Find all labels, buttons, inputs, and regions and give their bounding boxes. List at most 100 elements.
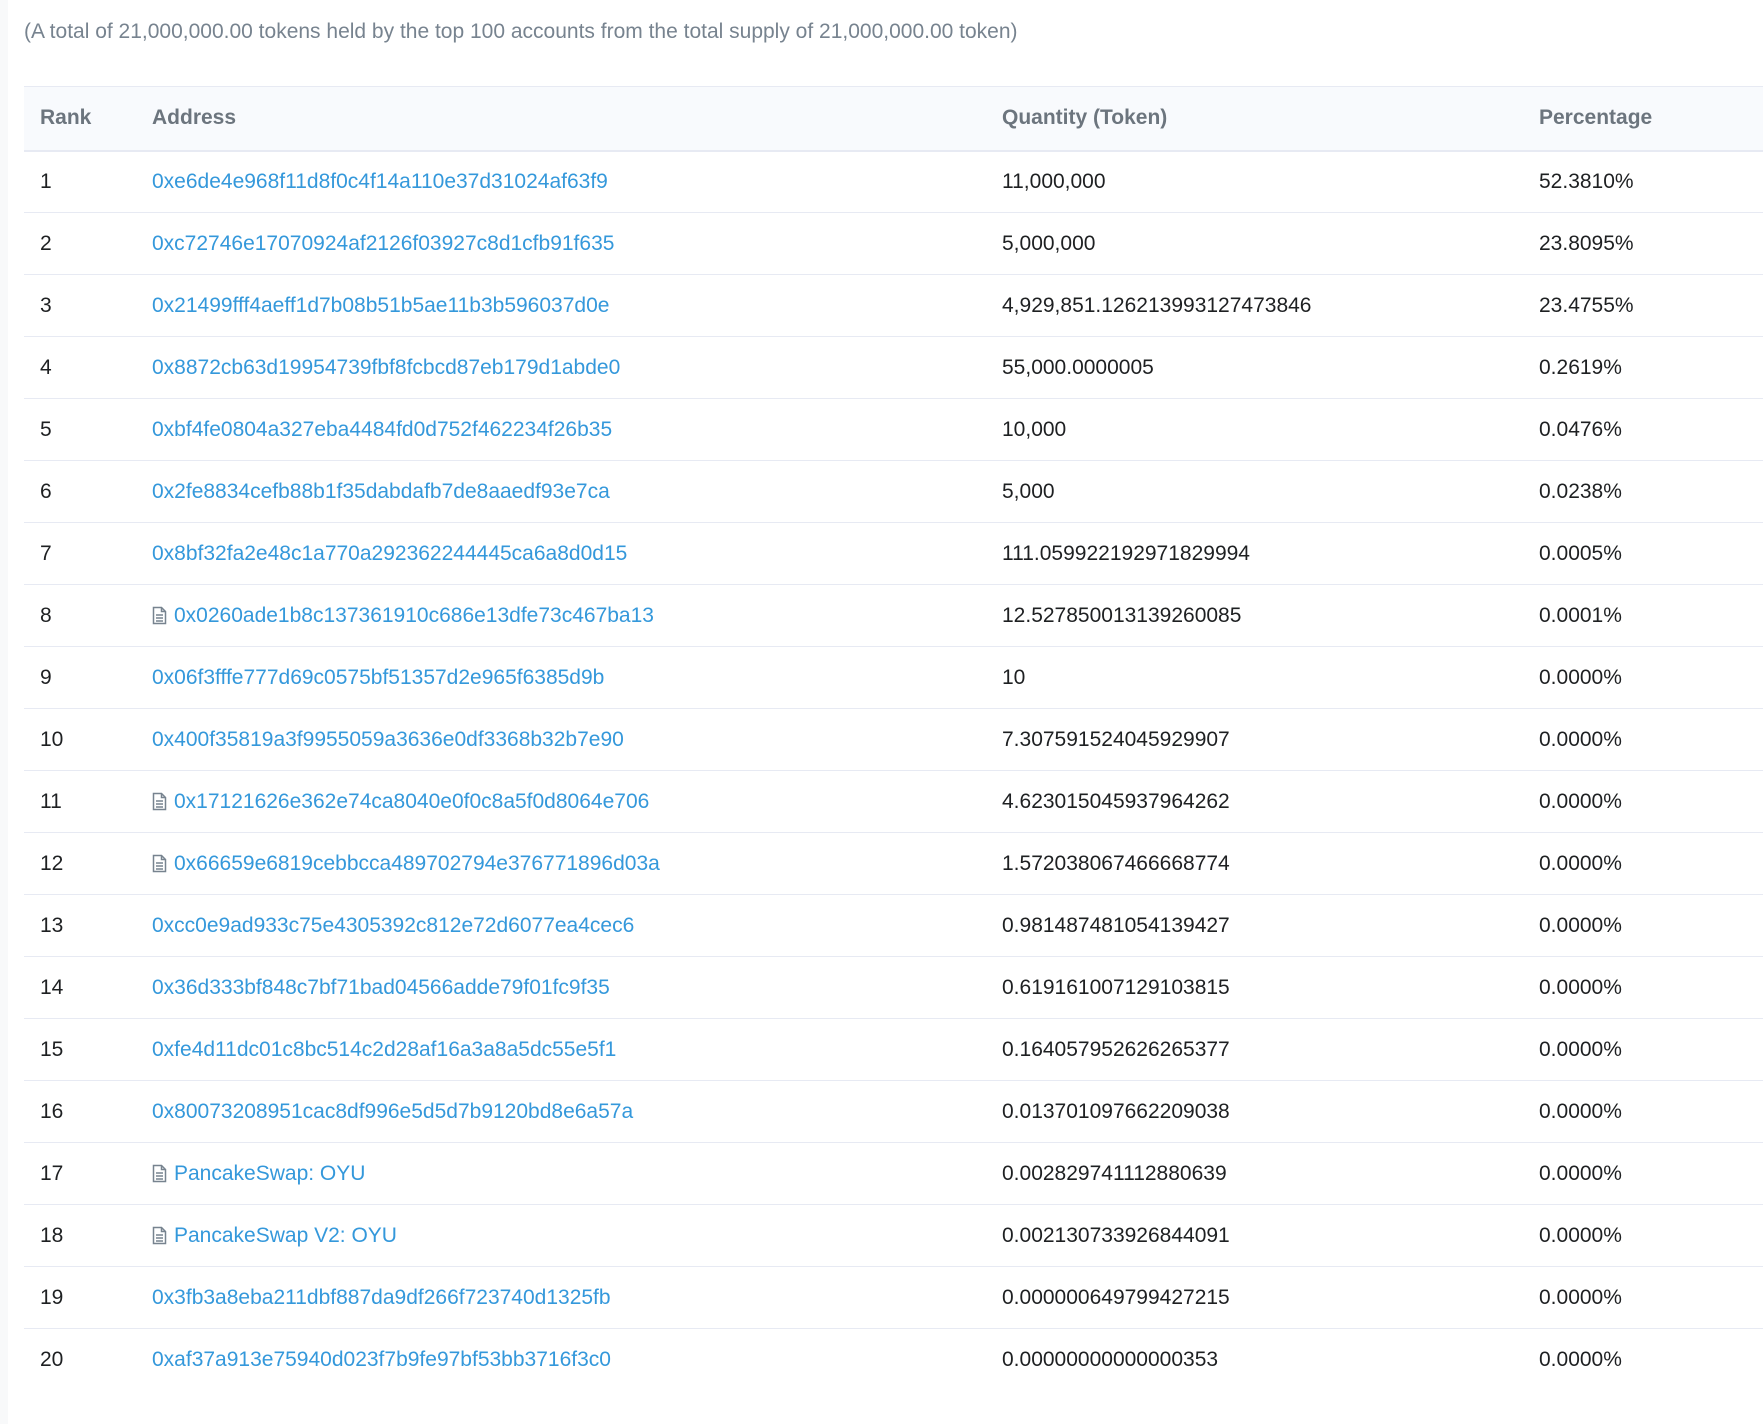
holder-address-link[interactable]: 0xcc0e9ad933c75e4305392c812e72d6077ea4ce…	[152, 914, 634, 937]
holder-address-link[interactable]: 0xfe4d11dc01c8bc514c2d28af16a3a8a5dc55e5…	[152, 1038, 616, 1061]
percentage-cell: 0.0000%	[1539, 727, 1622, 751]
address-cell: 0x80073208951cac8df996e5d5d7b9120bd8e6a5…	[152, 1081, 1002, 1143]
holder-address-link[interactable]: 0x66659e6819cebbcca489702794e376771896d0…	[174, 852, 660, 875]
holder-address-link[interactable]: PancakeSwap V2: OYU	[174, 1224, 397, 1247]
column-header-quantity: Quantity (Token)	[1002, 106, 1168, 130]
rank-cell: 14	[40, 975, 64, 999]
holder-address-link[interactable]: 0x2fe8834cefb88b1f35dabdafb7de8aaedf93e7…	[152, 480, 610, 503]
percentage-cell: 0.0000%	[1539, 913, 1622, 937]
address-cell: 0xcc0e9ad933c75e4305392c812e72d6077ea4ce…	[152, 895, 1002, 957]
quantity-cell: 0.002829741112880639	[1002, 1161, 1227, 1185]
table-row: 18 PancakeSwap V2: OYU 0.00213073392684409…	[24, 1205, 1763, 1267]
rank-cell: 9	[40, 665, 52, 689]
address-cell: 0x21499fff4aeff1d7b08b51b5ae11b3b596037d…	[152, 275, 1002, 337]
quantity-cell: 1.572038067466668774	[1002, 851, 1230, 875]
rank-cell: 12	[40, 851, 64, 875]
rank-cell: 7	[40, 541, 52, 565]
rank-cell: 16	[40, 1099, 64, 1123]
holder-address-link[interactable]: 0x8872cb63d19954739fbf8fcbcd87eb179d1abd…	[152, 356, 620, 379]
address-cell: 0x0260ade1b8c137361910c686e13dfe73c467ba…	[152, 585, 1002, 647]
address-cell: 0x66659e6819cebbcca489702794e376771896d0…	[152, 833, 1002, 895]
percentage-cell: 0.0001%	[1539, 603, 1622, 627]
column-header-rank: Rank	[40, 106, 92, 130]
holder-address-link[interactable]: 0x0260ade1b8c137361910c686e13dfe73c467ba…	[174, 604, 654, 627]
quantity-cell: 0.164057952626265377	[1002, 1037, 1230, 1061]
table-row: 11 0x17121626e362e74ca8040e0f0c8a5f0d8064…	[24, 771, 1763, 833]
quantity-cell: 5,000,000	[1002, 231, 1096, 255]
rank-cell: 18	[40, 1223, 64, 1247]
holders-summary-text: (A total of 21,000,000.00 tokens held by…	[24, 20, 1018, 43]
percentage-cell: 23.8095%	[1539, 231, 1634, 255]
address-cell: 0x36d333bf848c7bf71bad04566adde79f01fc9f…	[152, 957, 1002, 1019]
address-cell: 0xc72746e17070924af2126f03927c8d1cfb91f6…	[152, 213, 1002, 275]
holder-address-link[interactable]: PancakeSwap: OYU	[174, 1162, 365, 1185]
holder-address-link[interactable]: 0x3fb3a8eba211dbf887da9df266f723740d1325…	[152, 1286, 611, 1309]
rank-cell: 19	[40, 1285, 64, 1309]
rank-cell: 5	[40, 417, 52, 441]
quantity-cell: 11,000,000	[1002, 169, 1106, 193]
column-header-address: Address	[152, 106, 237, 130]
holder-address-link[interactable]: 0xbf4fe0804a327eba4484fd0d752f462234f26b…	[152, 418, 612, 441]
percentage-cell: 0.0000%	[1539, 975, 1622, 999]
table-row: 3 0x21499fff4aeff1d7b08b51b5ae11b3b596037…	[24, 275, 1763, 337]
holder-address-link[interactable]: 0xe6de4e968f11d8f0c4f14a110e37d31024af63…	[152, 170, 608, 193]
rank-cell: 10	[40, 727, 64, 751]
holder-address-link[interactable]: 0x8bf32fa2e48c1a770a292362244445ca6a8d0d…	[152, 542, 627, 565]
contract-document-icon	[152, 606, 167, 625]
quantity-cell: 4,929,851.126213993127473846	[1002, 293, 1312, 317]
percentage-cell: 0.0476%	[1539, 417, 1622, 441]
holder-address-link[interactable]: 0x06f3fffe777d69c0575bf51357d2e965f6385d…	[152, 666, 604, 689]
holder-address-link[interactable]: 0x21499fff4aeff1d7b08b51b5ae11b3b596037d…	[152, 294, 609, 317]
header-row: Rank Address Quantity (Token) Percentage	[24, 86, 1763, 151]
address-cell: 0x3fb3a8eba211dbf887da9df266f723740d1325…	[152, 1267, 1002, 1329]
quantity-cell: 111.059922192971829994	[1002, 541, 1250, 565]
holder-address-link[interactable]: 0xaf37a913e75940d023f7b9fe97bf53bb3716f3…	[152, 1348, 611, 1371]
address-cell: 0xbf4fe0804a327eba4484fd0d752f462234f26b…	[152, 399, 1002, 461]
quantity-cell: 7.307591524045929907	[1002, 727, 1230, 751]
table-row: 4 0x8872cb63d19954739fbf8fcbcd87eb179d1ab…	[24, 337, 1763, 399]
holders-table-container: Rank Address Quantity (Token) Percentage…	[24, 86, 1763, 1391]
rank-cell: 13	[40, 913, 64, 937]
holder-address-link[interactable]: 0x400f35819a3f9955059a3636e0df3368b32b7e…	[152, 728, 624, 751]
table-row: 2 0xc72746e17070924af2126f03927c8d1cfb91f…	[24, 213, 1763, 275]
quantity-cell: 0.00000000000000353	[1002, 1347, 1219, 1371]
rank-cell: 15	[40, 1037, 64, 1061]
percentage-cell: 0.0238%	[1539, 479, 1622, 503]
table-row: 16 0x80073208951cac8df996e5d5d7b9120bd8e6…	[24, 1081, 1763, 1143]
quantity-cell: 10,000	[1002, 417, 1067, 441]
quantity-cell: 10	[1002, 665, 1026, 689]
holders-table: Rank Address Quantity (Token) Percentage…	[24, 86, 1763, 1391]
contract-document-icon	[152, 792, 167, 811]
address-cell: 0xfe4d11dc01c8bc514c2d28af16a3a8a5dc55e5…	[152, 1019, 1002, 1081]
table-row: 15 0xfe4d11dc01c8bc514c2d28af16a3a8a5dc55…	[24, 1019, 1763, 1081]
percentage-cell: 0.0000%	[1539, 789, 1622, 813]
percentage-cell: 0.0000%	[1539, 1161, 1622, 1185]
holder-address-link[interactable]: 0x17121626e362e74ca8040e0f0c8a5f0d8064e7…	[174, 790, 649, 813]
rank-cell: 20	[40, 1347, 64, 1371]
quantity-cell: 0.619161007129103815	[1002, 975, 1230, 999]
token-holders-page: (A total of 21,000,000.00 tokens held by…	[0, 0, 1763, 1424]
rank-cell: 2	[40, 231, 52, 255]
table-row: 8 0x0260ade1b8c137361910c686e13dfe73c467b…	[24, 585, 1763, 647]
table-row: 14 0x36d333bf848c7bf71bad04566adde79f01fc…	[24, 957, 1763, 1019]
table-row: 12 0x66659e6819cebbcca489702794e376771896…	[24, 833, 1763, 895]
quantity-cell: 0.981487481054139427	[1002, 913, 1230, 937]
rank-cell: 8	[40, 603, 52, 627]
table-row: 20 0xaf37a913e75940d023f7b9fe97bf53bb3716…	[24, 1329, 1763, 1391]
table-row: 7 0x8bf32fa2e48c1a770a292362244445ca6a8d0…	[24, 523, 1763, 585]
percentage-cell: 0.0000%	[1539, 665, 1622, 689]
table-row: 13 0xcc0e9ad933c75e4305392c812e72d6077ea4…	[24, 895, 1763, 957]
quantity-cell: 0.002130733926844091	[1002, 1223, 1230, 1247]
percentage-cell: 0.0000%	[1539, 1347, 1622, 1371]
holders-table-header: Rank Address Quantity (Token) Percentage	[24, 86, 1763, 151]
contract-document-icon	[152, 1226, 167, 1245]
address-cell: 0xe6de4e968f11d8f0c4f14a110e37d31024af63…	[152, 151, 1002, 213]
table-row: 1 0xe6de4e968f11d8f0c4f14a110e37d31024af6…	[24, 151, 1763, 213]
address-cell: 0x8872cb63d19954739fbf8fcbcd87eb179d1abd…	[152, 337, 1002, 399]
rank-cell: 3	[40, 293, 52, 317]
holder-address-link[interactable]: 0xc72746e17070924af2126f03927c8d1cfb91f6…	[152, 232, 614, 255]
address-cell: 0x17121626e362e74ca8040e0f0c8a5f0d8064e7…	[152, 771, 1002, 833]
holder-address-link[interactable]: 0x36d333bf848c7bf71bad04566adde79f01fc9f…	[152, 976, 610, 999]
holder-address-link[interactable]: 0x80073208951cac8df996e5d5d7b9120bd8e6a5…	[152, 1100, 633, 1123]
holders-table-body: 1 0xe6de4e968f11d8f0c4f14a110e37d31024af6…	[24, 151, 1763, 1391]
